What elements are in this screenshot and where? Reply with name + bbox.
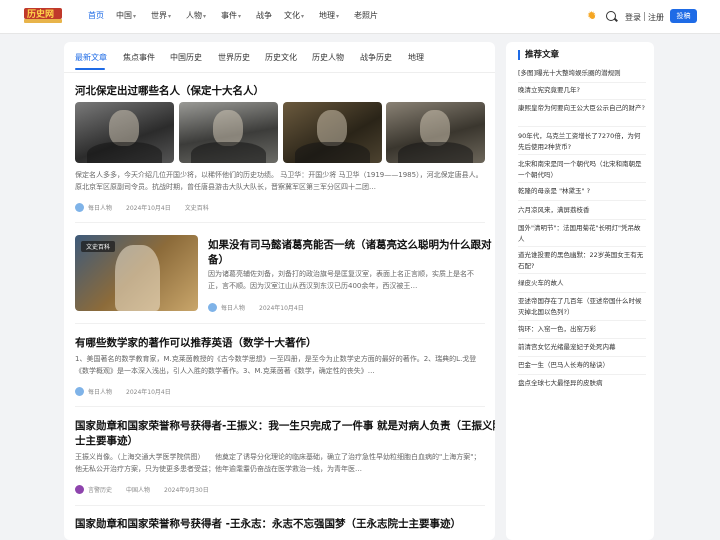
article-author[interactable]: 每日人物 — [221, 305, 245, 312]
nav-home[interactable]: 首页 — [88, 10, 104, 21]
tab-war-history[interactable]: 战争历史 — [360, 52, 392, 63]
article-category[interactable]: 文史百科 — [185, 205, 209, 212]
article-excerpt: 因为诸葛亮辅佐刘备，刘备打的政治旗号是匡复汉室，表面上名正言顺，实质上是名不正，… — [208, 270, 474, 290]
article-author[interactable]: 每日人物 — [88, 389, 112, 396]
article-title[interactable]: 国家勋章和国家荣誉称号获得者 -王永志：永志不忘强国梦（王永志院士主要事迹） — [75, 516, 461, 531]
nav-culture[interactable]: 文化▾ — [284, 10, 304, 21]
sidebar-article-link[interactable]: 道光谁投要的黑色幽默：22岁英国女王有无石配? — [518, 250, 646, 272]
tab-focus-events[interactable]: 焦点事件 — [123, 52, 155, 63]
nav-events[interactable]: 事件▾ — [221, 10, 241, 21]
divider — [644, 12, 645, 21]
article-image[interactable] — [179, 102, 278, 163]
nav-war[interactable]: 战争 — [256, 10, 272, 21]
chevron-down-icon: ▾ — [238, 13, 242, 20]
sidebar-article-link[interactable]: 六月凉风来，满屏荔枝香 — [518, 205, 646, 216]
sidebar-article-link[interactable]: 巴金一生（巴马人长寿的秘诀） — [518, 360, 646, 371]
article-image[interactable] — [386, 102, 485, 163]
sidebar-article-link[interactable]: 亚述帝国存在了几百年（亚述帝国什么时候灭掉北国以色列?） — [518, 296, 646, 318]
sidebar-article-link[interactable]: 盘点全球七大最怪异的皮肤病 — [518, 378, 646, 389]
login-link[interactable]: 登录 — [625, 12, 641, 23]
article-title-line[interactable]: 备） — [208, 252, 229, 267]
nav-people[interactable]: 人物▾ — [186, 10, 206, 21]
article-excerpt: 保定名人多多，今天介绍几位开国少将，以稀怀他们的历史功绩。 马卫华：开国少将 马… — [75, 171, 483, 191]
sidebar-article-link[interactable]: 90年代，乌克兰工资增长了7270倍，为何先后使用2种货币? — [518, 131, 646, 153]
theme-toggle-sun-icon[interactable] — [587, 9, 598, 22]
sidebar-article-link[interactable]: 乾隆的母亲是 "林黛玉" ? — [518, 186, 646, 197]
article-title-line[interactable]: 如果没有司马懿诸葛亮能否一统（诸葛亮这么聪明为什么跟对 — [208, 237, 492, 252]
active-tab-indicator — [75, 68, 105, 70]
chevron-down-icon: ▾ — [203, 13, 207, 20]
category-badge: 文史百科 — [81, 241, 116, 252]
chevron-down-icon: ▾ — [133, 13, 137, 20]
nav-china[interactable]: 中国▾ — [116, 10, 136, 21]
avatar — [75, 485, 84, 494]
article-meta: 每日人物 2024年10月4日 — [75, 387, 185, 396]
sidebar-article-link[interactable]: 前清宫女忆光绪最宠妃子处死内幕 — [518, 342, 646, 353]
sidebar-article-link[interactable]: 钩环：入窑一色，出窑万彩 — [518, 324, 646, 335]
avatar — [75, 387, 84, 396]
tab-latest[interactable]: 最新文章 — [75, 52, 107, 63]
sidebar-article-link[interactable]: 北宋和南宋是同一个朝代吗（北宋和南朝是一个朝代吗） — [518, 159, 646, 181]
sidebar-title: 推荐文章 — [518, 50, 559, 60]
post-button[interactable]: 投稿 — [670, 9, 697, 23]
article-title-line[interactable]: 士主要事迹） — [75, 433, 138, 448]
main-article-list: 最新文章 焦点事件 中国历史 世界历史 历史文化 历史人物 战争历史 地理 河北… — [64, 42, 495, 540]
sidebar-article-link[interactable]: [多图]曝光十大整垮娱乐圈的潜规则 — [518, 68, 646, 79]
article-date: 2024年10月4日 — [259, 305, 304, 312]
sidebar-article-link[interactable]: 晚清立宪究竟要几年? — [518, 85, 646, 96]
article-meta: 每日人物 2024年10月4日 文史百科 — [75, 203, 223, 212]
search-icon[interactable] — [606, 11, 616, 21]
tab-china-history[interactable]: 中国历史 — [170, 52, 202, 63]
tab-history-people[interactable]: 历史人物 — [312, 52, 344, 63]
top-navigation-bar: 历史网 首页 中国▾ 世界▾ 人物▾ 事件▾ 战争 文化▾ 地理▾ 老照片 登录… — [0, 0, 720, 34]
tab-world-history[interactable]: 世界历史 — [218, 52, 250, 63]
article-image[interactable] — [75, 102, 174, 163]
sidebar-article-link[interactable]: 国外"清明节"：法国用菊花"长明灯"凭吊故人 — [518, 223, 646, 245]
nav-geography[interactable]: 地理▾ — [319, 10, 339, 21]
tab-history-culture[interactable]: 历史文化 — [265, 52, 297, 63]
nav-old-photos[interactable]: 老照片 — [354, 10, 378, 21]
register-link[interactable]: 注册 — [648, 12, 664, 23]
chevron-down-icon: ▾ — [168, 13, 172, 20]
article-date: 2024年10月4日 — [126, 205, 171, 212]
article-date: 2024年9月30日 — [164, 487, 209, 494]
article-thumbnail[interactable]: 文史百科 — [75, 235, 198, 311]
sidebar-article-link[interactable]: 康熙皇帝为何要向王公大臣公示自己的财产? — [518, 103, 646, 114]
article-excerpt: 王振义肖像。（上海交通大学医学院供图） 他奠定了诱导分化理论的临床基础，确立了治… — [75, 453, 481, 473]
article-title[interactable]: 河北保定出过哪些名人（保定十大名人） — [75, 83, 264, 98]
tab-geography[interactable]: 地理 — [408, 52, 424, 63]
article-image[interactable] — [283, 102, 382, 163]
article-meta: 每日人物 2024年10月4日 — [208, 303, 318, 312]
chevron-down-icon: ▾ — [301, 13, 305, 20]
sidebar-article-link[interactable]: 绿皮火车的故人 — [518, 278, 646, 289]
article-excerpt: 1、美国著名的数学教育家，M.克莱茵教授的《古今数学思想》一至四册，是至今为止数… — [75, 355, 477, 375]
article-author[interactable]: 每日人物 — [88, 205, 112, 212]
article-title-line[interactable]: 国家勋章和国家荣誉称号获得者-王振义：我一生只完成了一件事 就是对病人负责（王振… — [75, 418, 495, 433]
article-author[interactable]: 言警历史 — [88, 487, 112, 494]
avatar — [75, 203, 84, 212]
category-tabs: 最新文章 焦点事件 中国历史 世界历史 历史文化 历史人物 战争历史 地理 — [64, 42, 495, 72]
avatar — [208, 303, 217, 312]
article-category[interactable]: 中国人物 — [126, 487, 150, 494]
article-meta: 言警历史 中国人物 2024年9月30日 — [75, 485, 223, 494]
article-title[interactable]: 有哪些数学家的著作可以推荐英语（数学十大著作） — [75, 335, 317, 350]
nav-world[interactable]: 世界▾ — [151, 10, 171, 21]
site-logo[interactable]: 历史网 — [24, 8, 62, 24]
chevron-down-icon: ▾ — [336, 13, 340, 20]
recommended-sidebar: 推荐文章 [多图]曝光十大整垮娱乐圈的潜规则 晚清立宪究竟要几年? 康熙皇帝为何… — [506, 42, 654, 540]
article-date: 2024年10月4日 — [126, 389, 171, 396]
